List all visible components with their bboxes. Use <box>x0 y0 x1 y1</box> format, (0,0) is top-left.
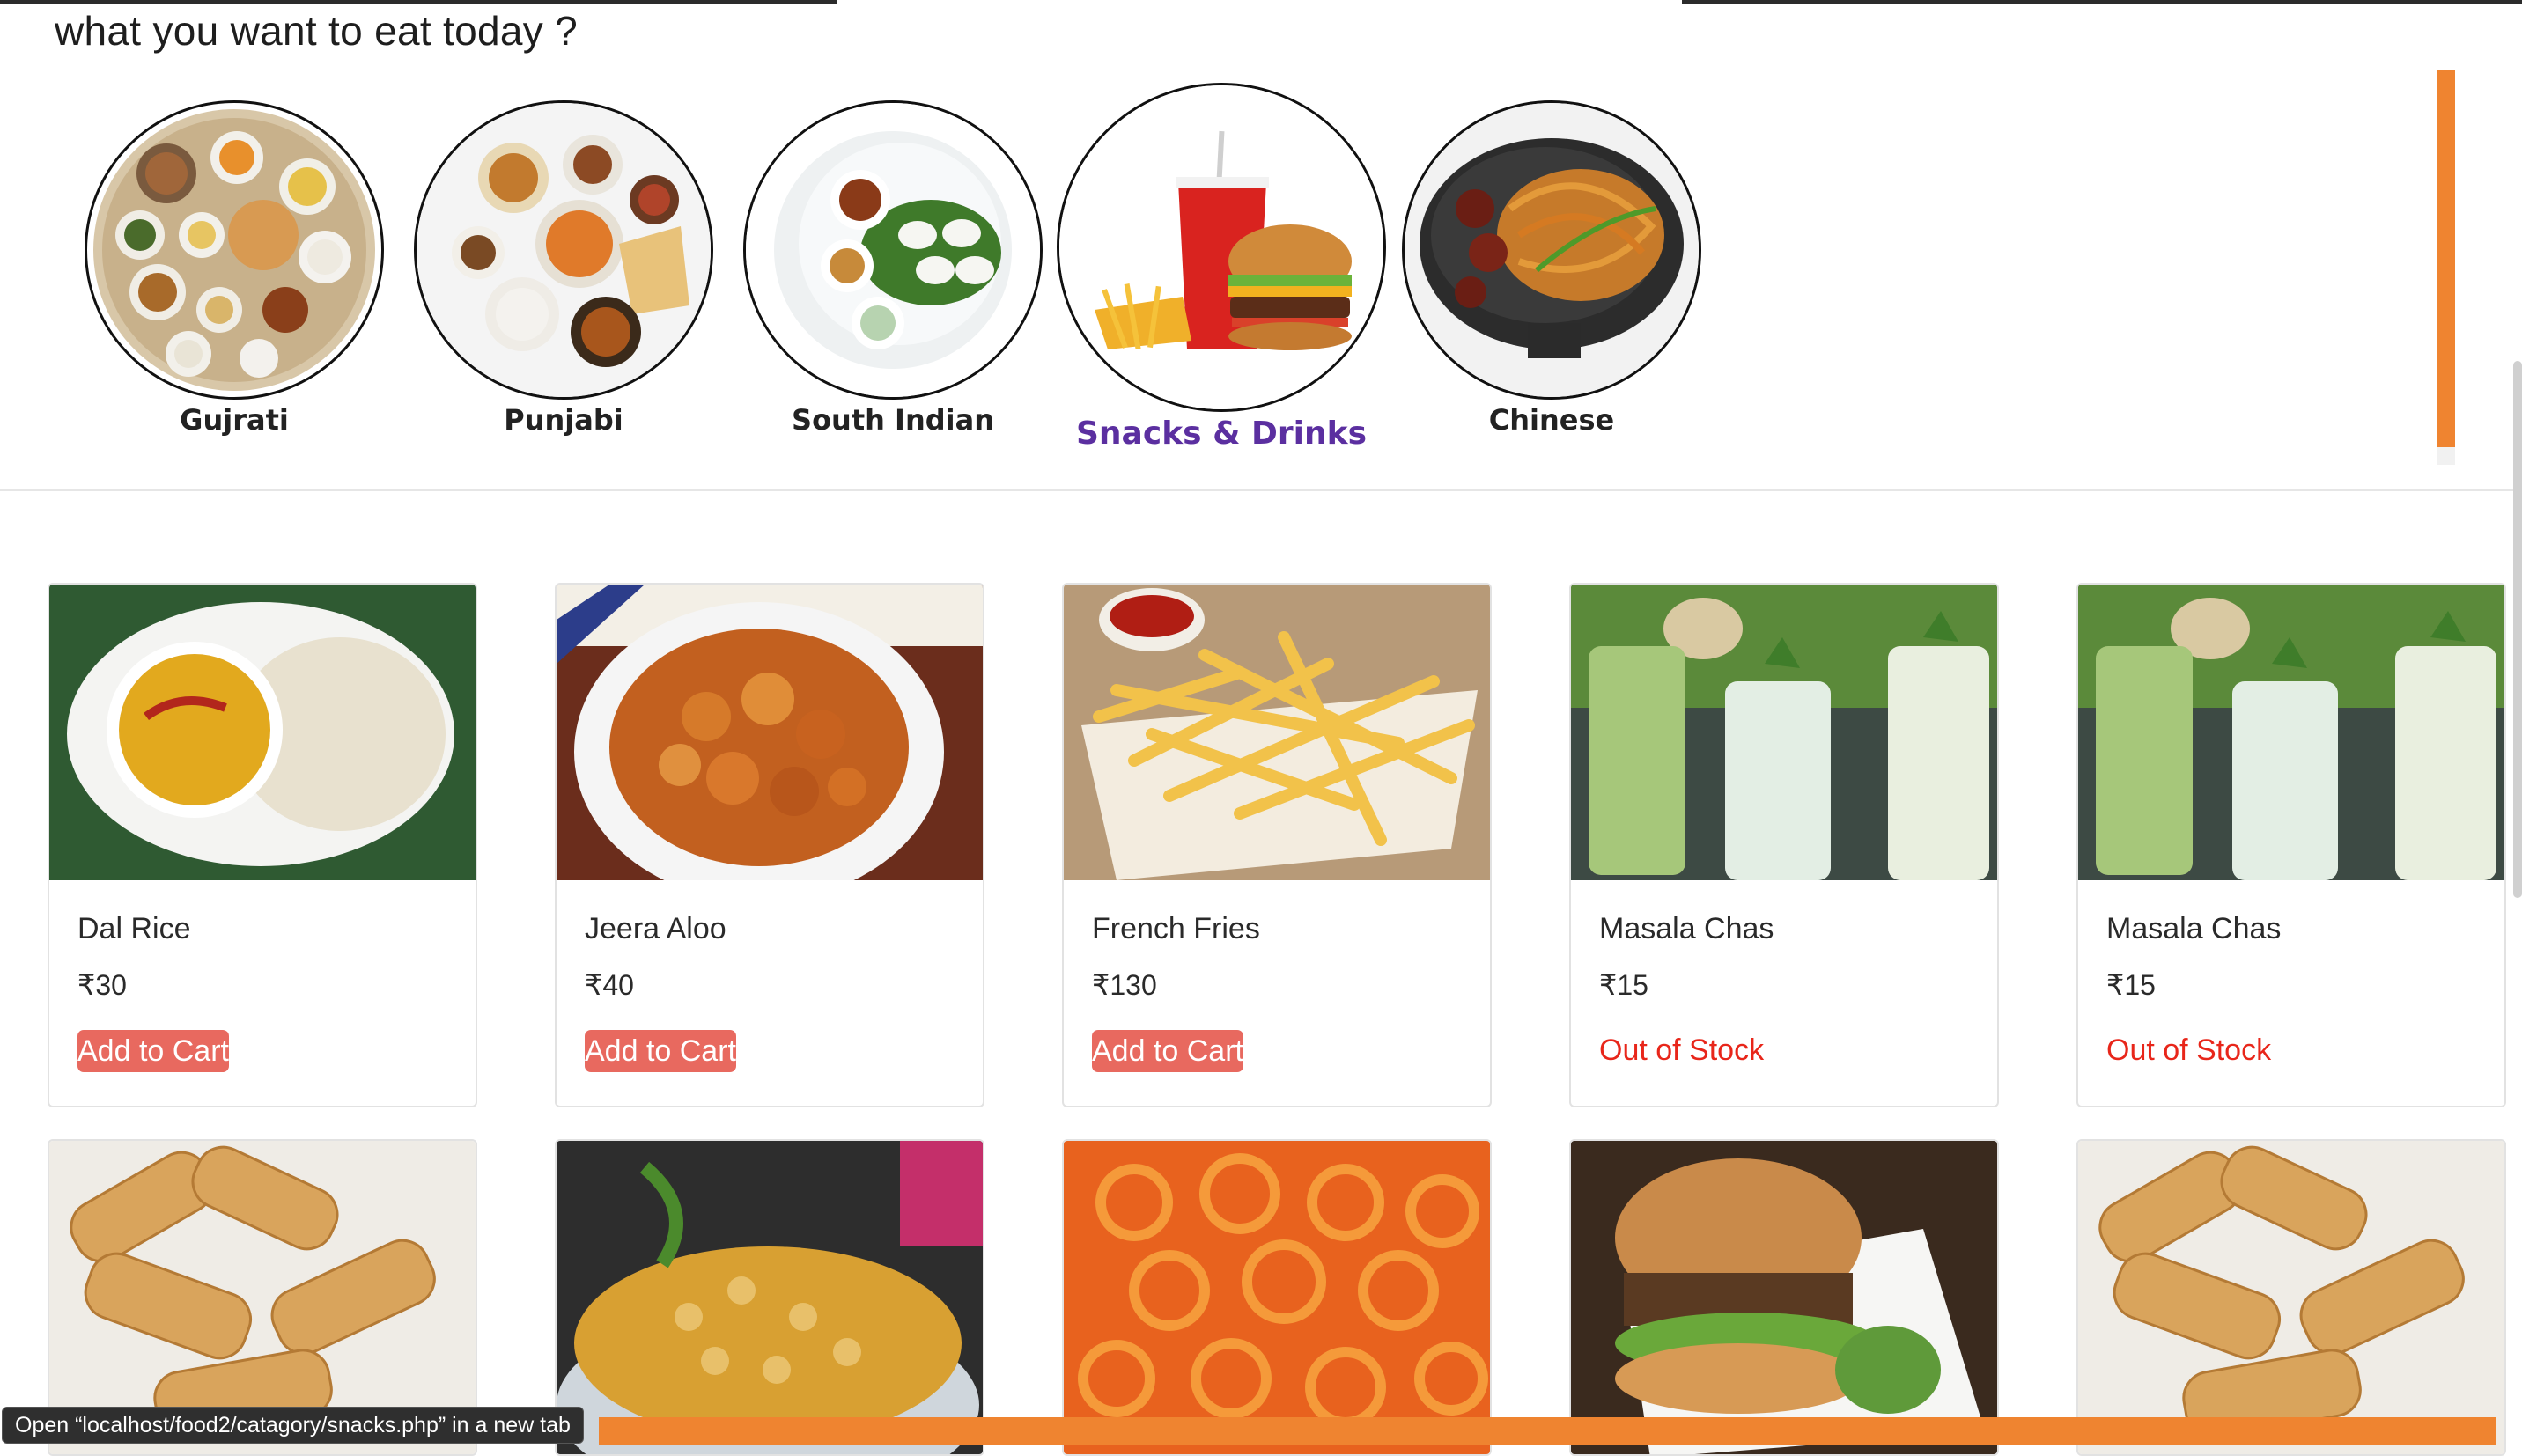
jeera-aloo-image <box>557 585 983 880</box>
category-chinese[interactable]: Chinese <box>1402 100 1701 437</box>
pasta-image <box>557 1141 983 1454</box>
product-price: ₹130 <box>1092 969 1157 1001</box>
category-south-indian[interactable]: South Indian <box>743 100 1043 437</box>
product-card-french-fries: French Fries ₹130 Add to Cart <box>1062 583 1492 1107</box>
out-of-stock-label: Out of Stock <box>1599 1033 1765 1067</box>
product-card-jalebi <box>1062 1139 1492 1456</box>
product-price: ₹30 <box>77 969 127 1001</box>
product-name: French Fries <box>1092 912 1260 945</box>
category-label: South Indian <box>792 403 994 437</box>
out-of-stock-label: Out of Stock <box>2106 1033 2272 1067</box>
thali-plate-icon <box>85 100 384 400</box>
burger-image <box>1571 1141 1997 1454</box>
category-label: Chinese <box>1488 403 1615 437</box>
product-name: Masala Chas <box>2106 912 2282 945</box>
product-name: Dal Rice <box>77 912 191 945</box>
product-price: ₹40 <box>585 969 634 1001</box>
spring-roll-image <box>2078 1141 2504 1454</box>
product-price: ₹15 <box>2106 969 2156 1001</box>
category-label: Gujrati <box>180 403 289 437</box>
product-card-pasta <box>555 1139 984 1456</box>
category-gujrati[interactable]: Gujrati <box>85 100 384 437</box>
section-divider <box>0 489 2522 491</box>
product-name: Masala Chas <box>1599 912 1774 945</box>
product-price: ₹15 <box>1599 969 1648 1001</box>
category-snacks-drinks[interactable]: Snacks & Drinks <box>1057 83 1386 452</box>
punjabi-thali-icon <box>414 100 713 400</box>
product-card-masala-chas: Masala Chas ₹15 Out of Stock <box>1569 583 1999 1107</box>
product-card-spring-roll-2 <box>2076 1139 2506 1456</box>
burger-drink-icon <box>1057 83 1386 412</box>
category-label: Snacks & Drinks <box>1076 415 1367 452</box>
product-card-masala-chas-2: Masala Chas ₹15 Out of Stock <box>2076 583 2506 1107</box>
product-name: Jeera Aloo <box>585 912 726 945</box>
jalebi-image <box>1064 1141 1490 1454</box>
add-to-cart-button[interactable]: Add to Cart <box>77 1030 229 1072</box>
idli-sambar-icon <box>743 100 1043 400</box>
product-card-dal-rice: Dal Rice ₹30 Add to Cart <box>48 583 477 1107</box>
product-card-burger <box>1569 1139 1999 1456</box>
category-row: Gujrati Punjabi South Indian Snacks & Dr… <box>0 0 2522 493</box>
category-scrollbar-track <box>2437 447 2455 465</box>
noodles-bowl-icon <box>1402 100 1701 400</box>
category-punjabi[interactable]: Punjabi <box>414 100 713 437</box>
masala-chas-image <box>2078 585 2504 880</box>
page-scrollbar-thumb[interactable] <box>2513 361 2522 898</box>
masala-chas-image <box>1571 585 1997 880</box>
add-to-cart-button[interactable]: Add to Cart <box>1092 1030 1243 1072</box>
link-status-bar: Open “localhost/food2/catagory/snacks.ph… <box>2 1407 584 1444</box>
dal-rice-image <box>49 585 476 880</box>
bottom-orange-bar <box>599 1417 2496 1445</box>
category-scrollbar-thumb[interactable] <box>2437 70 2455 447</box>
french-fries-image <box>1064 585 1490 880</box>
category-label: Punjabi <box>504 403 623 437</box>
add-to-cart-button[interactable]: Add to Cart <box>585 1030 736 1072</box>
product-card-jeera-aloo: Jeera Aloo ₹40 Add to Cart <box>555 583 984 1107</box>
